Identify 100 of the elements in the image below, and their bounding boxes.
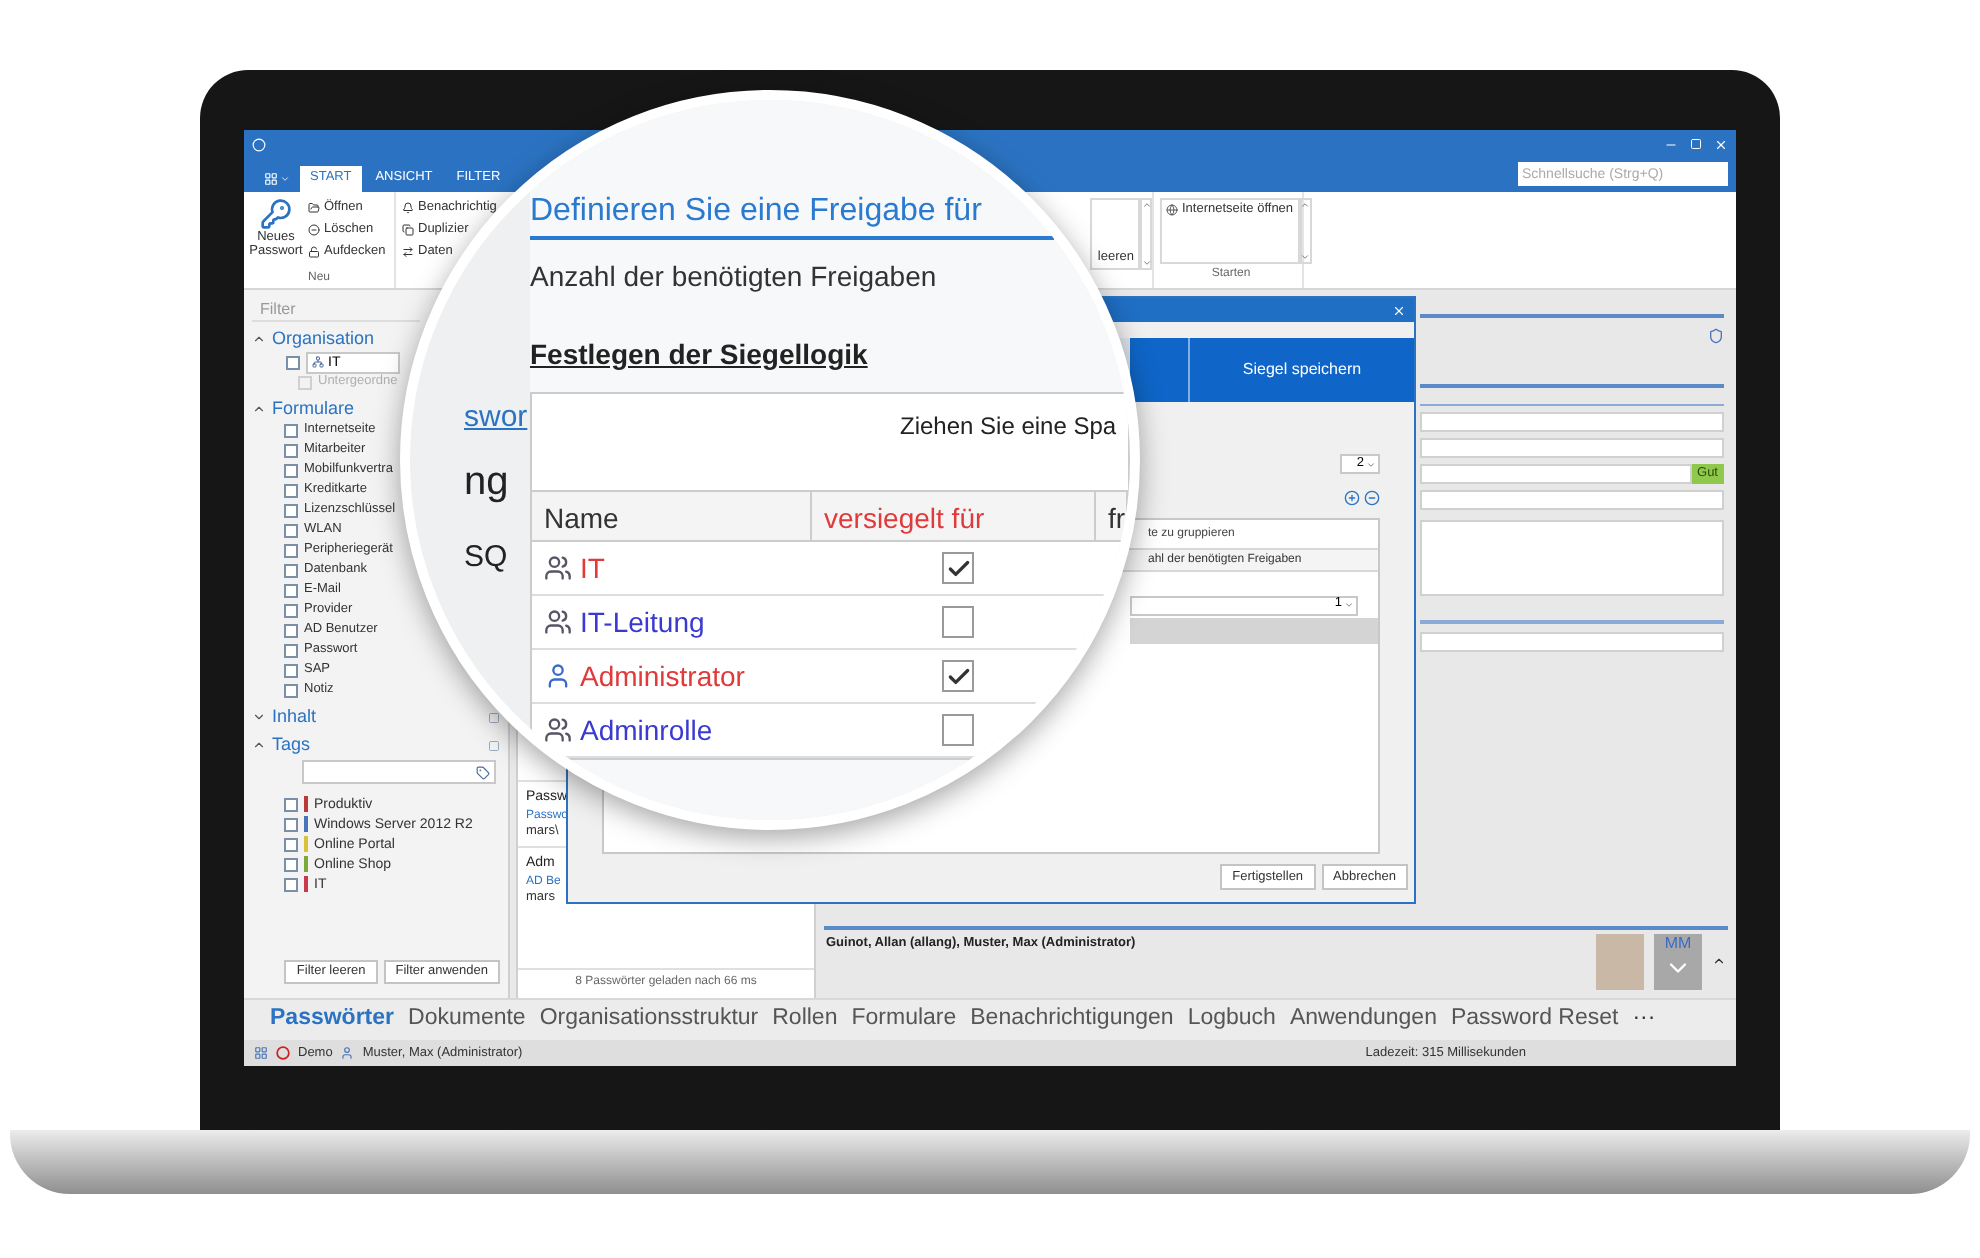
section-title[interactable]: Formulare: [272, 400, 355, 418]
scroll-up-icon[interactable]: [1300, 200, 1311, 210]
checkbox[interactable]: [942, 714, 974, 746]
ring-icon: [276, 1046, 290, 1060]
dialog-tab[interactable]: [1130, 338, 1190, 402]
folder-icon: [308, 202, 320, 214]
scroll-down-icon[interactable]: [1300, 252, 1311, 262]
text-field[interactable]: [1420, 412, 1724, 432]
square-icon[interactable]: [488, 711, 500, 723]
password-field[interactable]: [1420, 464, 1692, 484]
checkbox[interactable]: [284, 463, 298, 477]
role-name: Administrator: [580, 657, 745, 695]
module-tab[interactable]: Organisationsstruktur: [539, 1002, 759, 1038]
checkbox[interactable]: [942, 660, 974, 692]
text-fragment: SQ: [464, 540, 510, 576]
text-field[interactable]: [1420, 632, 1724, 652]
module-tab[interactable]: Formulare: [851, 1002, 957, 1038]
gallery-scrollbar[interactable]: [1299, 198, 1312, 264]
grid-icon: [254, 1046, 268, 1060]
module-tab[interactable]: Password Reset: [1450, 1002, 1619, 1038]
app-icon: [252, 137, 266, 151]
checkbox[interactable]: [284, 837, 298, 851]
module-tab[interactable]: Passwörter: [270, 1002, 395, 1038]
module-tab[interactable]: Anwendungen: [1289, 1002, 1437, 1038]
checkbox[interactable]: [284, 643, 298, 657]
checkbox[interactable]: [284, 817, 298, 831]
group-hint: Ziehen Sie eine Spa: [900, 410, 1117, 442]
checkbox[interactable]: [284, 603, 298, 617]
collapse-icon[interactable]: [252, 402, 266, 416]
checkbox[interactable]: [284, 483, 298, 497]
people-icon: [544, 608, 572, 636]
section-title[interactable]: Tags: [272, 736, 311, 754]
network-icon: [312, 356, 324, 368]
expand-icon[interactable]: [252, 710, 266, 724]
checkbox[interactable]: [284, 663, 298, 677]
notes-field[interactable]: [1420, 520, 1724, 596]
checkbox[interactable]: [284, 563, 298, 577]
role-name: IT-Leitung: [580, 603, 705, 642]
column-header[interactable]: Name: [532, 492, 812, 540]
scroll-up-icon[interactable]: [1141, 200, 1151, 210]
section-title[interactable]: Organisation: [272, 330, 375, 348]
role-name: IT: [580, 549, 605, 587]
close-icon[interactable]: [1392, 303, 1406, 317]
collapse-icon[interactable]: [252, 332, 266, 346]
remove-icon[interactable]: [1364, 490, 1380, 506]
checkbox[interactable]: [942, 552, 974, 584]
checkbox[interactable]: [284, 683, 298, 697]
arrows-icon: [402, 246, 414, 258]
section-title[interactable]: Inhalt: [272, 708, 317, 726]
maximize-icon[interactable]: [1690, 138, 1702, 150]
collapse-icon[interactable]: [252, 738, 266, 752]
shield-icon[interactable]: [1708, 328, 1724, 344]
checkbox[interactable]: [284, 543, 298, 557]
section-heading: Festlegen der Siegellogik: [530, 336, 868, 374]
grid-icon: [263, 171, 277, 185]
checkbox[interactable]: [942, 606, 974, 638]
checkbox[interactable]: [284, 443, 298, 457]
text-field[interactable]: [1420, 490, 1724, 510]
more-button[interactable]: ···: [1632, 1002, 1656, 1038]
filter-field[interactable]: Filter: [252, 296, 420, 322]
key-icon: [260, 198, 292, 230]
subheading: Anzahl der benötigten Freigaben: [530, 258, 937, 296]
tag-search-field[interactable]: [302, 760, 496, 784]
heading: Definieren Sie eine Freigabe für: [530, 192, 1054, 240]
square-icon[interactable]: [488, 739, 500, 751]
link-fragment: swor: [464, 400, 530, 436]
dialog-tab[interactable]: Siegel speichern: [1190, 338, 1414, 402]
checkbox[interactable]: [284, 877, 298, 891]
caret-icon: [279, 173, 289, 183]
checkbox[interactable]: [284, 503, 298, 517]
text-fragment: ng: [464, 460, 511, 504]
checkbox[interactable]: [284, 857, 298, 871]
tag-icon: [476, 765, 490, 779]
initials: MM: [1664, 934, 1692, 954]
checkbox[interactable]: [284, 797, 298, 811]
module-tab[interactable]: Rollen: [772, 1002, 838, 1038]
unlock-icon: [308, 246, 320, 258]
copy-icon: [402, 224, 414, 236]
user-icon: [544, 662, 572, 690]
text-field[interactable]: [1420, 438, 1724, 458]
globe-icon: [1166, 204, 1178, 216]
close-icon[interactable]: [1714, 137, 1728, 151]
bell-icon: [402, 202, 414, 214]
checkbox[interactable]: [284, 583, 298, 597]
column-header[interactable]: fr: [1096, 492, 1128, 540]
column-header[interactable]: versiegelt für: [812, 492, 1096, 540]
role-name: Adminrolle: [580, 711, 713, 749]
checkbox[interactable]: [284, 523, 298, 537]
add-icon[interactable]: [1344, 490, 1360, 506]
gallery-scrollbar[interactable]: [1140, 198, 1152, 270]
minus-circle-icon: [308, 224, 320, 236]
checkbox[interactable]: [284, 623, 298, 637]
module-tab[interactable]: Benachrichtigungen: [970, 1002, 1174, 1038]
checkbox[interactable]: [284, 423, 298, 437]
scroll-down-icon[interactable]: [1141, 258, 1151, 268]
checkbox[interactable]: [286, 355, 300, 369]
module-tab[interactable]: Dokumente: [408, 1002, 526, 1038]
people-icon: [544, 554, 572, 582]
module-tab[interactable]: Logbuch: [1187, 1002, 1276, 1038]
expand-icon[interactable]: [1712, 954, 1726, 968]
